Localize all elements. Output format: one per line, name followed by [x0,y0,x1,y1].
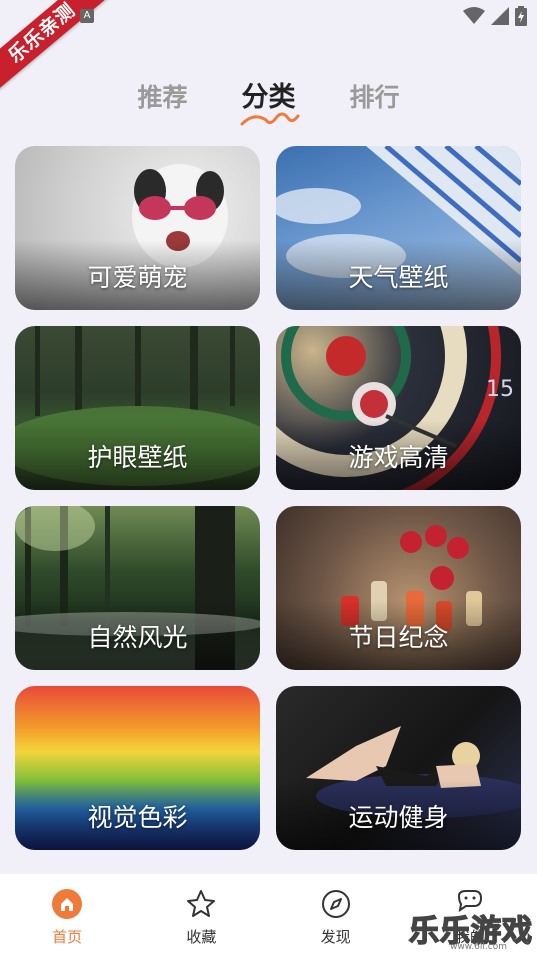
wifi-icon [463,7,485,24]
signal-icon [491,7,509,25]
tab-recommend[interactable]: 推荐 [137,78,187,118]
category-grid: 可爱萌宠 天气壁纸 护眼壁纸 15 游戏高清 自然风光 节日纪念 视觉色彩 运动… [15,146,522,850]
category-label: 护眼壁纸 [87,443,188,472]
watermark-url: www.6ll.com [450,942,507,952]
home-icon [52,889,83,919]
top-tabs: 推荐 分类 排行 [0,78,537,138]
nav-label: 发现 [320,928,351,946]
tab-category[interactable]: 分类 [240,78,299,126]
category-label: 视觉色彩 [87,803,188,832]
category-label: 运动健身 [348,803,449,832]
category-label: 可爱萌宠 [87,263,188,292]
active-tab-indicator [240,112,299,126]
nav-label: 收藏 [186,928,217,946]
category-label: 游戏高清 [348,443,449,472]
category-card-weather[interactable]: 天气壁纸 [276,146,521,310]
nav-home[interactable]: 首页 [0,874,134,956]
tab-ranking[interactable]: 排行 [350,78,400,118]
category-label: 节日纪念 [348,623,449,652]
nav-label: 首页 [52,928,83,946]
compass-icon [321,890,350,918]
status-bar: 乐乐亲测 A [0,0,537,96]
category-card-eye-care[interactable]: 护眼壁纸 [15,326,260,490]
category-label: 天气壁纸 [348,263,449,292]
nav-favorites[interactable]: 收藏 [134,874,268,956]
sim-icon: A [80,9,94,23]
category-card-games[interactable]: 15 游戏高清 [276,326,521,490]
category-card-fitness[interactable]: 运动健身 [276,686,521,850]
star-icon [187,890,216,917]
category-label: 自然风光 [87,623,188,652]
category-card-nature[interactable]: 自然风光 [15,506,260,670]
status-icons [463,6,527,26]
category-card-colors[interactable]: 视觉色彩 [15,686,260,850]
battery-icon [515,6,527,26]
category-card-pets[interactable]: 可爱萌宠 [15,146,260,310]
svg-text:15: 15 [486,377,514,402]
nav-discover[interactable]: 发现 [269,874,403,956]
category-card-holiday[interactable]: 节日纪念 [276,506,521,670]
